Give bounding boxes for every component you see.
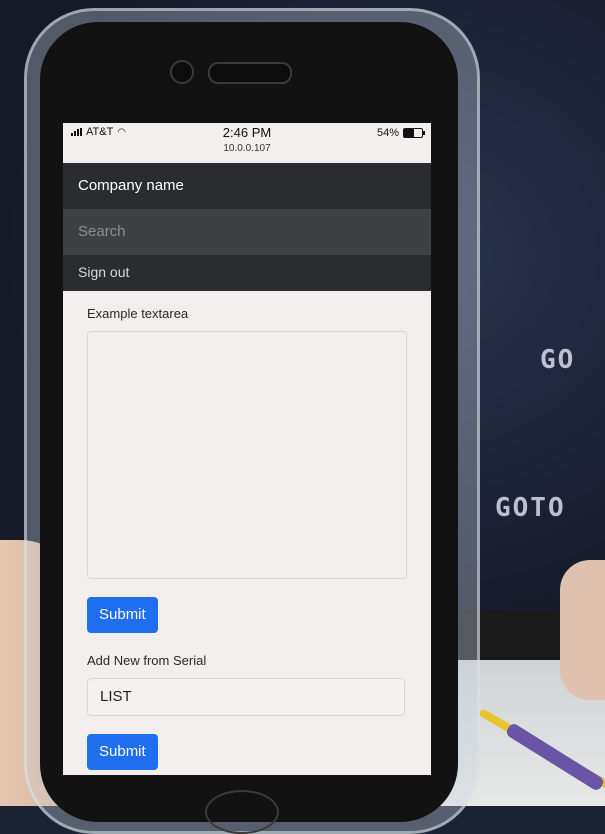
sign-out-link[interactable]: Sign out (78, 264, 129, 280)
serial-input[interactable]: LIST (87, 678, 405, 716)
search-placeholder: Search (78, 223, 126, 240)
status-bar: AT&T ◠ 2:46 PM 10.0.0.107 54% (63, 123, 431, 163)
sign-out-bar: Sign out (63, 255, 431, 291)
monitor-text: GO (540, 345, 576, 375)
hand-right (560, 560, 605, 700)
textarea-label: Example textarea (87, 306, 189, 321)
search-input[interactable]: Search (63, 209, 431, 255)
navbar: Company name (63, 163, 431, 209)
home-button[interactable] (205, 790, 279, 834)
address-bar-url[interactable]: 10.0.0.107 (63, 143, 431, 154)
battery-icon (403, 128, 425, 138)
navbar-brand[interactable]: Company name (78, 177, 184, 194)
monitor-text: GOTO (495, 493, 566, 523)
battery-percent: 54% (376, 127, 399, 139)
front-camera (170, 60, 194, 84)
earpiece (208, 62, 292, 84)
serial-label: Add New from Serial (87, 653, 207, 668)
submit-serial-button[interactable]: Submit (87, 734, 158, 770)
phone-screen: AT&T ◠ 2:46 PM 10.0.0.107 54% Company na… (63, 123, 431, 775)
main-form: Example textarea Submit Add New from Ser… (63, 291, 431, 770)
battery-indicator: 54% (376, 127, 425, 139)
clock: 2:46 PM (222, 125, 272, 140)
submit-button[interactable]: Submit (87, 597, 158, 633)
example-textarea[interactable] (87, 331, 407, 579)
